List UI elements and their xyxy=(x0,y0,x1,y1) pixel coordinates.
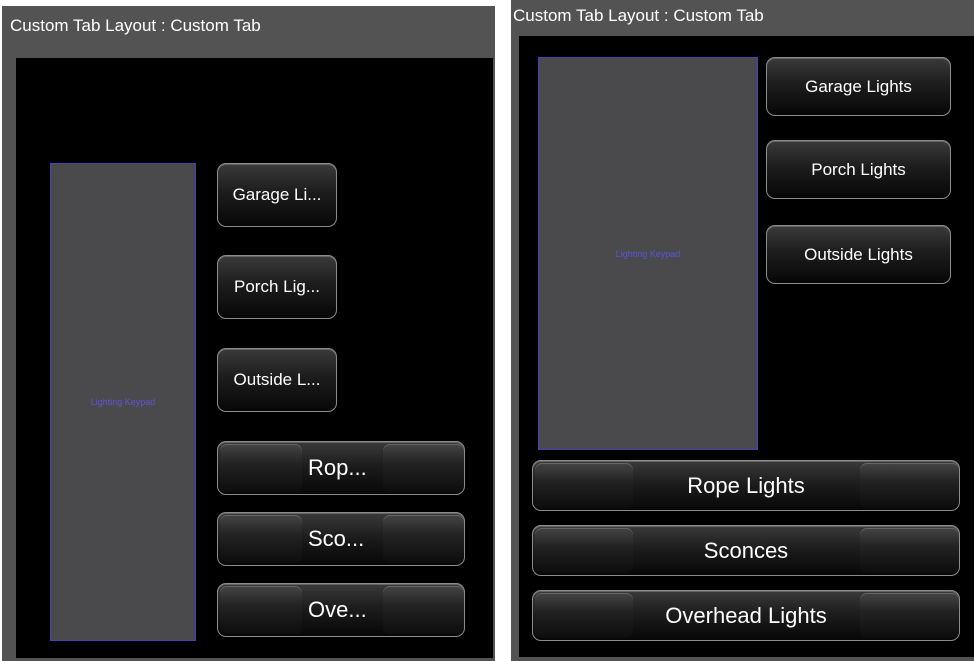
overhead-lights-button[interactable]: Overhead Lights xyxy=(532,590,960,641)
sconces-button[interactable]: Sco... xyxy=(217,512,465,566)
button-segment xyxy=(220,444,302,492)
button-segment xyxy=(383,515,464,563)
button-label: Rop... xyxy=(308,455,367,480)
garage-lights-button[interactable]: Garage Li... xyxy=(217,163,337,227)
button-segment xyxy=(860,593,959,638)
button-segment xyxy=(535,463,633,508)
overhead-lights-button[interactable]: Ove... xyxy=(217,583,465,637)
rope-lights-button[interactable]: Rope Lights xyxy=(532,460,960,511)
button-segment xyxy=(535,528,633,573)
rope-lights-button[interactable]: Rop... xyxy=(217,441,465,495)
button-segment xyxy=(860,528,959,573)
lighting-keypad[interactable]: Lighting Keypad xyxy=(538,57,758,450)
button-label: Garage Lights xyxy=(805,76,912,96)
keypad-label: Lighting Keypad xyxy=(90,397,156,407)
porch-lights-button[interactable]: Porch Lights xyxy=(766,140,951,199)
button-segment xyxy=(220,515,302,563)
lighting-keypad[interactable]: Lighting Keypad xyxy=(50,163,196,641)
button-label: Porch Lights xyxy=(811,159,906,179)
right-layout-panel: Custom Tab Layout : Custom Tab Lighting … xyxy=(511,0,974,661)
button-label: Garage Li... xyxy=(232,185,322,204)
button-segment xyxy=(383,586,464,634)
button-label: Porch Lig... xyxy=(234,277,320,296)
tab-canvas: Lighting Keypad Garage Li... Porch Lig..… xyxy=(16,58,493,658)
button-label: Ove... xyxy=(308,597,367,622)
garage-lights-button[interactable]: Garage Lights xyxy=(766,57,951,116)
left-layout-panel: Custom Tab Layout : Custom Tab Lighting … xyxy=(2,6,495,661)
porch-lights-button[interactable]: Porch Lig... xyxy=(217,255,337,319)
button-label: Outside Lights xyxy=(804,244,913,264)
outside-lights-button[interactable]: Outside Lights xyxy=(766,225,951,284)
button-label: Outside L... xyxy=(233,370,321,389)
sconces-button[interactable]: Sconces xyxy=(532,525,960,576)
panel-title: Custom Tab Layout : Custom Tab xyxy=(10,16,261,35)
keypad-label: Lighting Keypad xyxy=(615,248,681,259)
button-label: Sco... xyxy=(308,526,365,551)
outside-lights-button[interactable]: Outside L... xyxy=(217,348,337,412)
panel-title: Custom Tab Layout : Custom Tab xyxy=(513,6,764,25)
button-segment xyxy=(220,586,302,634)
button-segment xyxy=(535,593,633,638)
button-label: Overhead Lights xyxy=(665,602,827,628)
button-segment xyxy=(383,444,464,492)
button-label: Rope Lights xyxy=(687,472,805,498)
button-label: Sconces xyxy=(703,537,789,563)
button-segment xyxy=(860,463,959,508)
tab-canvas: Lighting Keypad Garage Lights Porch Ligh… xyxy=(519,36,974,657)
